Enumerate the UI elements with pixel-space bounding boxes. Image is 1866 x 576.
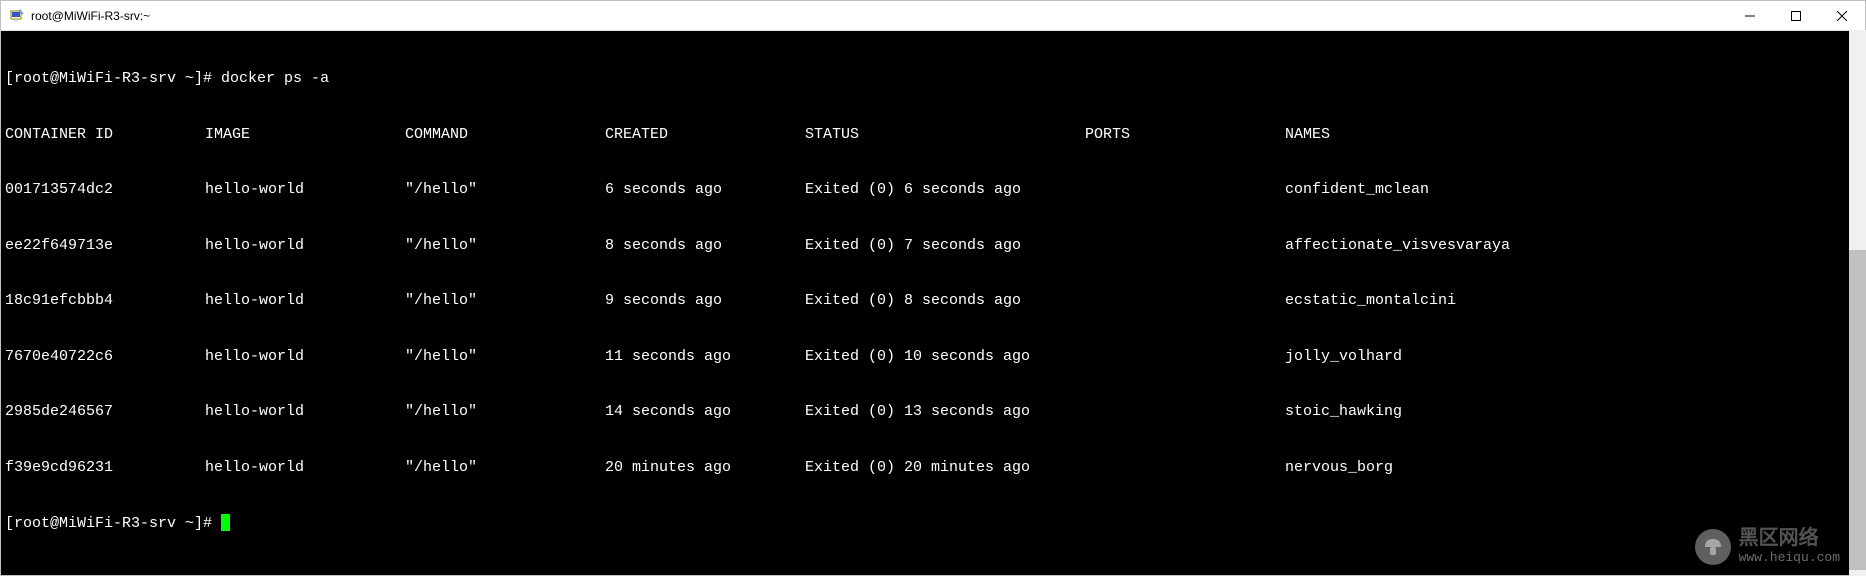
prompt: [root@MiWiFi-R3-srv ~]#: [5, 70, 221, 87]
table-row: 7670e40722c6hello-world"/hello"11 second…: [5, 348, 1861, 367]
watermark-text: 黑区网络 www.heiqu.com: [1739, 529, 1840, 565]
scrollbar[interactable]: [1849, 30, 1866, 576]
minimize-button[interactable]: [1727, 1, 1773, 30]
putty-icon: [9, 8, 25, 24]
table-row: 001713574dc2hello-world"/hello"6 seconds…: [5, 181, 1861, 200]
header-status: STATUS: [805, 126, 1085, 145]
header-container-id: CONTAINER ID: [5, 126, 205, 145]
cursor: [221, 514, 230, 531]
watermark: 黑区网络 www.heiqu.com: [1695, 529, 1840, 565]
header-row: CONTAINER IDIMAGECOMMANDCREATEDSTATUSPOR…: [5, 126, 1861, 145]
command-line: [root@MiWiFi-R3-srv ~]# docker ps -a: [5, 70, 1861, 89]
scrollbar-thumb[interactable]: [1849, 250, 1866, 570]
header-command: COMMAND: [405, 126, 605, 145]
window-title: root@MiWiFi-R3-srv:~: [31, 9, 1727, 23]
prompt: [root@MiWiFi-R3-srv ~]#: [5, 515, 221, 532]
command-text: docker ps -a: [221, 70, 329, 87]
watermark-url: www.heiqu.com: [1739, 551, 1840, 565]
header-ports: PORTS: [1085, 126, 1285, 145]
watermark-cn: 黑区网络: [1739, 529, 1840, 551]
header-image: IMAGE: [205, 126, 405, 145]
mushroom-icon: [1695, 529, 1731, 565]
window-controls: [1727, 1, 1865, 30]
close-button[interactable]: [1819, 1, 1865, 30]
header-created: CREATED: [605, 126, 805, 145]
table-row: 2985de246567hello-world"/hello"14 second…: [5, 403, 1861, 422]
header-names: NAMES: [1285, 126, 1330, 145]
maximize-button[interactable]: [1773, 1, 1819, 30]
table-row: 18c91efcbbb4hello-world"/hello"9 seconds…: [5, 292, 1861, 311]
table-row: f39e9cd96231hello-world"/hello"20 minute…: [5, 459, 1861, 478]
terminal-window: root@MiWiFi-R3-srv:~ [root@MiWiFi-R3-srv…: [0, 0, 1866, 576]
table-row: ee22f649713ehello-world"/hello"8 seconds…: [5, 237, 1861, 256]
prompt-line: [root@MiWiFi-R3-srv ~]#: [5, 514, 1861, 534]
titlebar[interactable]: root@MiWiFi-R3-srv:~: [1, 1, 1865, 31]
terminal-body[interactable]: [root@MiWiFi-R3-srv ~]# docker ps -a CON…: [1, 31, 1865, 575]
